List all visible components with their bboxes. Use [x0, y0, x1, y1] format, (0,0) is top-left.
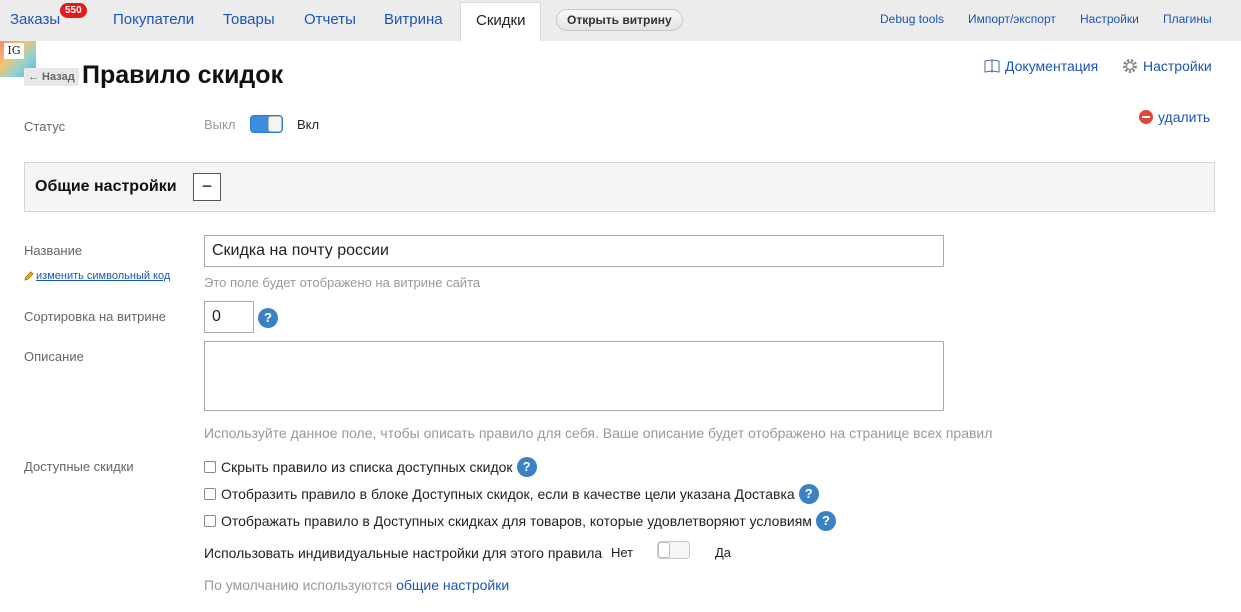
- checkbox-row-delivery: Отобразить правило в блоке Доступных ски…: [204, 484, 819, 504]
- tab-customers[interactable]: Покупатели: [113, 0, 194, 40]
- sort-input[interactable]: [204, 301, 254, 333]
- default-settings-prefix: По умолчанию используются: [204, 577, 393, 593]
- hide-rule-checkbox[interactable]: [204, 461, 216, 473]
- settings-nav-link[interactable]: Настройки: [1080, 0, 1139, 38]
- individual-toggle-knob: [658, 542, 670, 558]
- show-delivery-label: Отобразить правило в блоке Доступных ски…: [221, 486, 795, 502]
- edit-symbol-code-label: изменить символьный код: [36, 270, 171, 282]
- individual-settings-label: Использовать индивидуальные настройки дл…: [204, 545, 603, 561]
- status-toggle-knob: [268, 116, 282, 132]
- settings-label: Настройки: [1143, 58, 1212, 74]
- ig-logo-text: IG: [4, 43, 24, 59]
- delete-label: удалить: [1158, 109, 1211, 125]
- tab-discounts[interactable]: Скидки: [460, 2, 542, 42]
- tab-orders-label: Заказы: [10, 11, 61, 28]
- show-products-help-icon[interactable]: ?: [815, 511, 836, 531]
- status-off-label: Выкл: [204, 117, 236, 132]
- individual-settings-toggle[interactable]: [657, 541, 690, 559]
- default-settings-note: По умолчанию используются общие настройк…: [204, 577, 509, 593]
- orders-count-badge: 550: [60, 3, 87, 18]
- delete-icon: [1139, 110, 1153, 124]
- show-products-label: Отображать правило в Доступных скидках д…: [221, 513, 812, 529]
- page-title: Правило скидок: [82, 61, 284, 89]
- documentation-label: Документация: [1005, 58, 1099, 74]
- individual-yes-label: Да: [715, 545, 732, 560]
- description-hint: Используйте данное поле, чтобы описать п…: [204, 425, 993, 441]
- tab-orders[interactable]: Заказы: [10, 0, 60, 40]
- status-label: Статус: [24, 119, 66, 134]
- hide-rule-help-icon[interactable]: ?: [516, 457, 537, 477]
- available-discounts-label: Доступные скидки: [24, 459, 134, 474]
- pencil-icon: [24, 271, 34, 281]
- general-settings-header: Общие настройки −: [24, 162, 1215, 212]
- hide-rule-label: Скрыть правило из списка доступных скидо…: [221, 459, 513, 475]
- show-delivery-checkbox[interactable]: [204, 488, 216, 500]
- main-panel: IG ← Назад Правило скидок Документация Н…: [0, 41, 1241, 612]
- general-settings-title: Общие настройки: [35, 178, 177, 195]
- name-hint: Это поле будет отображено на витрине сай…: [204, 275, 481, 290]
- plugins-link[interactable]: Плагины: [1163, 0, 1212, 38]
- back-button[interactable]: ← Назад: [24, 68, 79, 86]
- name-label: Название: [24, 243, 83, 258]
- documentation-link[interactable]: Документация: [984, 58, 1098, 74]
- edit-symbol-code-link[interactable]: изменить символьный код: [24, 270, 170, 282]
- sort-label: Сортировка на витрине: [24, 309, 167, 324]
- import-export-link[interactable]: Импорт/экспорт: [968, 0, 1056, 38]
- top-navigation: Заказы 550 Покупатели Товары Отчеты Витр…: [0, 0, 1241, 42]
- description-textarea[interactable]: [204, 341, 944, 411]
- show-delivery-help-icon[interactable]: ?: [798, 484, 819, 504]
- collapse-button[interactable]: −: [193, 173, 221, 201]
- sort-help-icon[interactable]: ?: [258, 308, 278, 328]
- description-label: Описание: [24, 349, 84, 364]
- general-settings-link[interactable]: общие настройки: [396, 577, 509, 593]
- individual-no-label: Нет: [611, 545, 634, 560]
- open-storefront-button[interactable]: Открыть витрину: [556, 9, 683, 31]
- tab-products[interactable]: Товары: [223, 0, 275, 40]
- book-icon: [984, 58, 1000, 73]
- settings-link[interactable]: Настройки: [1122, 58, 1212, 74]
- checkbox-row-products: Отображать правило в Доступных скидках д…: [204, 511, 836, 531]
- delete-link[interactable]: удалить: [1139, 109, 1210, 125]
- tab-reports[interactable]: Отчеты: [304, 0, 356, 40]
- checkbox-row-hide: Скрыть правило из списка доступных скидо…: [204, 457, 537, 477]
- status-toggle[interactable]: [250, 115, 283, 133]
- name-input[interactable]: [204, 235, 944, 267]
- show-products-checkbox[interactable]: [204, 515, 216, 527]
- gear-icon: [1123, 59, 1137, 73]
- debug-tools-link[interactable]: Debug tools: [880, 0, 944, 38]
- status-on-label: Вкл: [297, 117, 320, 132]
- tab-storefront[interactable]: Витрина: [384, 0, 443, 40]
